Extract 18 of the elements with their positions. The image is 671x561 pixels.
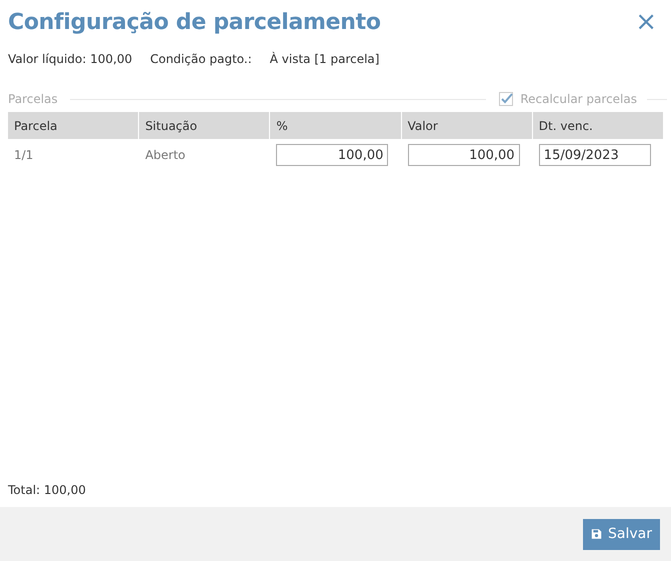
- table-cell: Aberto: [145, 148, 186, 162]
- column-header: %: [270, 112, 401, 139]
- total-text: Total: 100,00: [8, 483, 86, 497]
- close-button[interactable]: ×: [635, 9, 657, 35]
- net-value-text: Valor líquido: 100,00: [8, 51, 132, 68]
- payment-condition-label: Condição pagto.:: [150, 51, 252, 68]
- table-cell: 1/1: [14, 148, 34, 162]
- column-header: Dt. venc.: [532, 112, 663, 139]
- column-header: Valor: [402, 112, 532, 139]
- save-button[interactable]: Salvar: [583, 518, 660, 550]
- dialog-title: Configuração de parcelamento: [8, 8, 381, 36]
- input-field[interactable]: 100,00: [276, 144, 388, 166]
- input-field[interactable]: 100,00: [408, 144, 520, 166]
- section-title: Parcelas: [8, 91, 58, 108]
- input-field[interactable]: 15/09/2023: [538, 144, 651, 166]
- column-header: Situação: [139, 112, 270, 139]
- payment-condition-value: À vista [1 parcela]: [270, 50, 380, 68]
- column-header: Parcela: [8, 112, 138, 139]
